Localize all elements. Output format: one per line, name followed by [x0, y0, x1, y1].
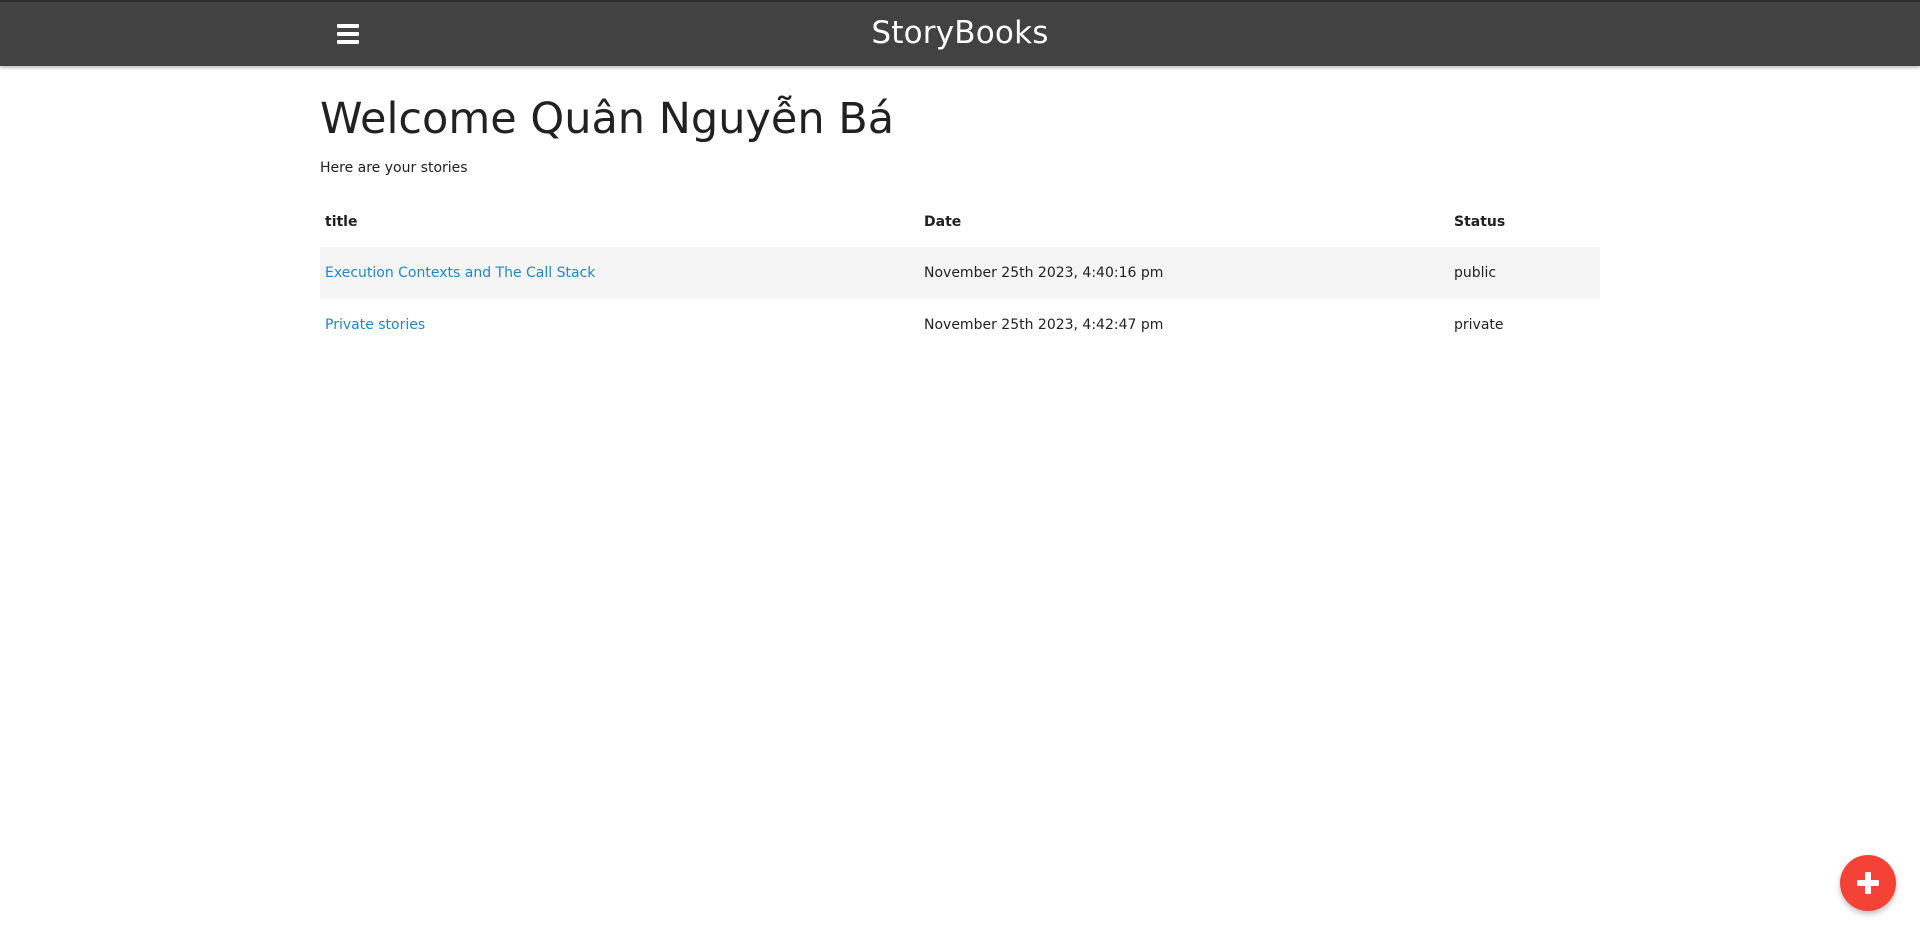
plus-icon	[1857, 872, 1879, 894]
column-header-status: Status	[1454, 213, 1506, 230]
story-title-cell: Private stories	[320, 299, 919, 351]
table-row: Private stories November 25th 2023, 4:42…	[320, 299, 1600, 351]
story-date-cell: November 25th 2023, 4:40:16 pm	[924, 264, 1164, 281]
welcome-heading: Welcome Quân Nguyễn Bá	[320, 94, 895, 144]
column-header-date: Date	[924, 213, 962, 230]
stories-table: title Date Status Execution Contexts and…	[320, 197, 1600, 351]
story-status-cell: public	[1454, 264, 1497, 281]
stories-subtitle: Here are your stories	[320, 159, 468, 176]
column-header-title: title	[325, 213, 358, 230]
dashboard-container: Welcome Quân Nguyễn Bá Here are your sto…	[320, 66, 1600, 351]
story-status-cell: private	[1454, 316, 1504, 333]
stories-table-header: title Date Status	[320, 197, 1600, 247]
story-title-link[interactable]: Private stories	[325, 317, 425, 333]
add-story-button[interactable]	[1840, 855, 1896, 911]
header-row: title Date Status	[320, 197, 1600, 247]
table-row: Execution Contexts and The Call Stack No…	[320, 246, 1600, 299]
brand-logo-link[interactable]: StoryBooks	[0, 15, 1920, 51]
story-title-link[interactable]: Execution Contexts and The Call Stack	[325, 265, 595, 281]
story-title-cell: Execution Contexts and The Call Stack	[320, 247, 919, 299]
story-date-cell: November 25th 2023, 4:42:47 pm	[924, 316, 1164, 333]
top-navbar: StoryBooks	[0, 0, 1920, 66]
stories-table-body: Execution Contexts and The Call Stack No…	[320, 246, 1600, 351]
